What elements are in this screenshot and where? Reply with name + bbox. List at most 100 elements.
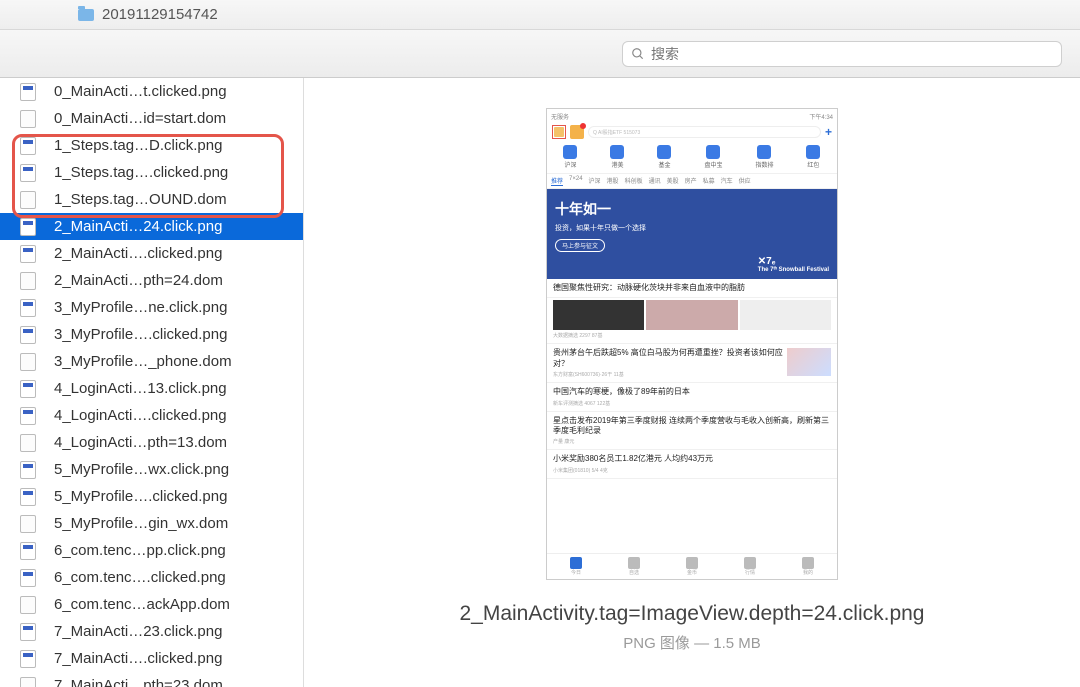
quick-item: 沪深 xyxy=(563,145,577,169)
folder-name: 20191129154742 xyxy=(102,6,218,23)
search-input[interactable] xyxy=(651,46,1053,62)
quick-item: 基金 xyxy=(657,145,671,169)
tab: 推荐 xyxy=(551,176,563,186)
file-name: 7_MainActi…23.click.png xyxy=(54,623,222,640)
file-name: 3_MyProfile….clicked.png xyxy=(54,326,227,343)
png-file-icon xyxy=(20,164,36,182)
file-name: 0_MainActi…id=start.dom xyxy=(54,110,226,127)
banner-cta: 马上参与征文 xyxy=(555,239,605,252)
tab: 通讯 xyxy=(649,176,661,186)
file-name: 2_MainActi…pth=24.dom xyxy=(54,272,223,289)
dom-file-icon xyxy=(20,677,36,687)
file-row[interactable]: 4_LoginActi…pth=13.dom xyxy=(0,429,303,456)
file-name: 7_MainActi…pth=23.dom xyxy=(54,677,223,687)
preview-thumbnail: 无服务 下午4:34 Q AI股指ETF 515073 + 沪深港美基金盘中宝指… xyxy=(546,108,838,580)
png-file-icon xyxy=(20,542,36,560)
bottom-nav-item: 行情 xyxy=(744,557,756,576)
file-row[interactable]: 3_MyProfile…_phone.dom xyxy=(0,348,303,375)
article: 小米奖励380名员工1.82亿港元 人均约43万元小米集团(01810) 5/4… xyxy=(547,450,837,478)
file-row[interactable]: 5_MyProfile….clicked.png xyxy=(0,483,303,510)
file-name: 4_LoginActi….clicked.png xyxy=(54,407,227,424)
file-name: 6_com.tenc….clicked.png xyxy=(54,569,226,586)
png-file-icon xyxy=(20,218,36,236)
file-name: 2_MainActi…24.click.png xyxy=(54,218,222,235)
png-file-icon xyxy=(20,137,36,155)
png-file-icon xyxy=(20,326,36,344)
file-row[interactable]: 1_Steps.tag…OUND.dom xyxy=(0,186,303,213)
file-row[interactable]: 6_com.tenc…ackApp.dom xyxy=(0,591,303,618)
app-search: Q AI股指ETF 515073 xyxy=(588,126,821,138)
tab: 房产 xyxy=(685,176,697,186)
bottom-nav-item: 我的 xyxy=(802,557,814,576)
avatar-target-icon xyxy=(552,125,566,139)
file-row[interactable]: 6_com.tenc…pp.click.png xyxy=(0,537,303,564)
file-row[interactable]: 3_MyProfile….clicked.png xyxy=(0,321,303,348)
quick-item: 红包 xyxy=(806,145,820,169)
file-name: 1_Steps.tag….clicked.png xyxy=(54,164,228,181)
dom-file-icon xyxy=(20,515,36,533)
article: 贵州茅台午后跌超5% 高位白马股为何再遭重挫？投资者该如何应对？东方财富(SH6… xyxy=(547,344,837,383)
file-row[interactable]: 2_MainActi…pth=24.dom xyxy=(0,267,303,294)
tab: 科创板 xyxy=(625,176,643,186)
png-file-icon xyxy=(20,83,36,101)
tab: 美股 xyxy=(667,176,679,186)
search-field[interactable] xyxy=(622,41,1062,67)
preview-filename: 2_MainActivity.tag=ImageView.depth=24.cl… xyxy=(459,602,924,626)
dom-file-icon xyxy=(20,596,36,614)
message-icon xyxy=(570,125,584,139)
article: 星点击发布2019年第三季度财报 连续两个季度营收与毛收入创新高，刷新第三季度毛… xyxy=(547,412,837,451)
dom-file-icon xyxy=(20,353,36,371)
file-name: 2_MainActi….clicked.png xyxy=(54,245,222,262)
png-file-icon xyxy=(20,569,36,587)
dom-file-icon xyxy=(20,434,36,452)
tab: 私募 xyxy=(703,176,715,186)
tab: 供应 xyxy=(739,176,751,186)
file-row[interactable]: 1_Steps.tag…D.click.png xyxy=(0,132,303,159)
file-row[interactable]: 0_MainActi…id=start.dom xyxy=(0,105,303,132)
file-row[interactable]: 5_MyProfile…wx.click.png xyxy=(0,456,303,483)
preview-pane: 无服务 下午4:34 Q AI股指ETF 515073 + 沪深港美基金盘中宝指… xyxy=(304,78,1080,687)
file-row[interactable]: 1_Steps.tag….clicked.png xyxy=(0,159,303,186)
status-right: 下午4:34 xyxy=(809,112,833,121)
file-row[interactable]: 7_MainActi…pth=23.dom xyxy=(0,672,303,687)
file-row[interactable]: 7_MainActi….clicked.png xyxy=(0,645,303,672)
plus-icon: + xyxy=(825,125,832,139)
png-file-icon xyxy=(20,650,36,668)
file-name: 6_com.tenc…ackApp.dom xyxy=(54,596,230,613)
file-row[interactable]: 5_MyProfile…gin_wx.dom xyxy=(0,510,303,537)
file-row[interactable]: 2_MainActi…24.click.png xyxy=(0,213,303,240)
file-row[interactable]: 7_MainActi…23.click.png xyxy=(0,618,303,645)
file-name: 5_MyProfile…gin_wx.dom xyxy=(54,515,228,532)
dom-file-icon xyxy=(20,272,36,290)
window-titlebar: 20191129154742 xyxy=(0,0,1080,30)
file-name: 3_MyProfile…ne.click.png xyxy=(54,299,227,316)
quick-item: 港美 xyxy=(610,145,624,169)
png-file-icon xyxy=(20,488,36,506)
file-list[interactable]: 0_MainActi…t.clicked.png 0_MainActi…id=st… xyxy=(0,78,304,687)
file-name: 4_LoginActi…pth=13.dom xyxy=(54,434,227,451)
banner-brand: ✕7ₑ The 7ᵗʰ Snowball Festival xyxy=(758,256,829,273)
file-row[interactable]: 4_LoginActi….clicked.png xyxy=(0,402,303,429)
file-name: 7_MainActi….clicked.png xyxy=(54,650,222,667)
folder-icon xyxy=(78,9,94,21)
file-name: 1_Steps.tag…OUND.dom xyxy=(54,191,227,208)
quick-item: 指数排 xyxy=(755,145,773,169)
bottom-nav-item: 今日 xyxy=(570,557,582,576)
dom-file-icon xyxy=(20,110,36,128)
tab: 7×24 xyxy=(569,176,583,186)
bottom-nav-item: 自选 xyxy=(628,557,640,576)
file-name: 1_Steps.tag…D.click.png xyxy=(54,137,222,154)
file-row[interactable]: 3_MyProfile…ne.click.png xyxy=(0,294,303,321)
png-file-icon xyxy=(20,407,36,425)
file-row[interactable]: 0_MainActi…t.clicked.png xyxy=(0,78,303,105)
png-file-icon xyxy=(20,245,36,263)
preview-fileinfo: PNG 图像 — 1.5 MB xyxy=(623,632,761,653)
file-row[interactable]: 6_com.tenc….clicked.png xyxy=(0,564,303,591)
file-row[interactable]: 4_LoginActi…13.click.png xyxy=(0,375,303,402)
file-name: 5_MyProfile….clicked.png xyxy=(54,488,227,505)
png-file-icon xyxy=(20,380,36,398)
tab: 汽车 xyxy=(721,176,733,186)
png-file-icon xyxy=(20,623,36,641)
bottom-nav-item: 金币 xyxy=(686,557,698,576)
file-row[interactable]: 2_MainActi….clicked.png xyxy=(0,240,303,267)
